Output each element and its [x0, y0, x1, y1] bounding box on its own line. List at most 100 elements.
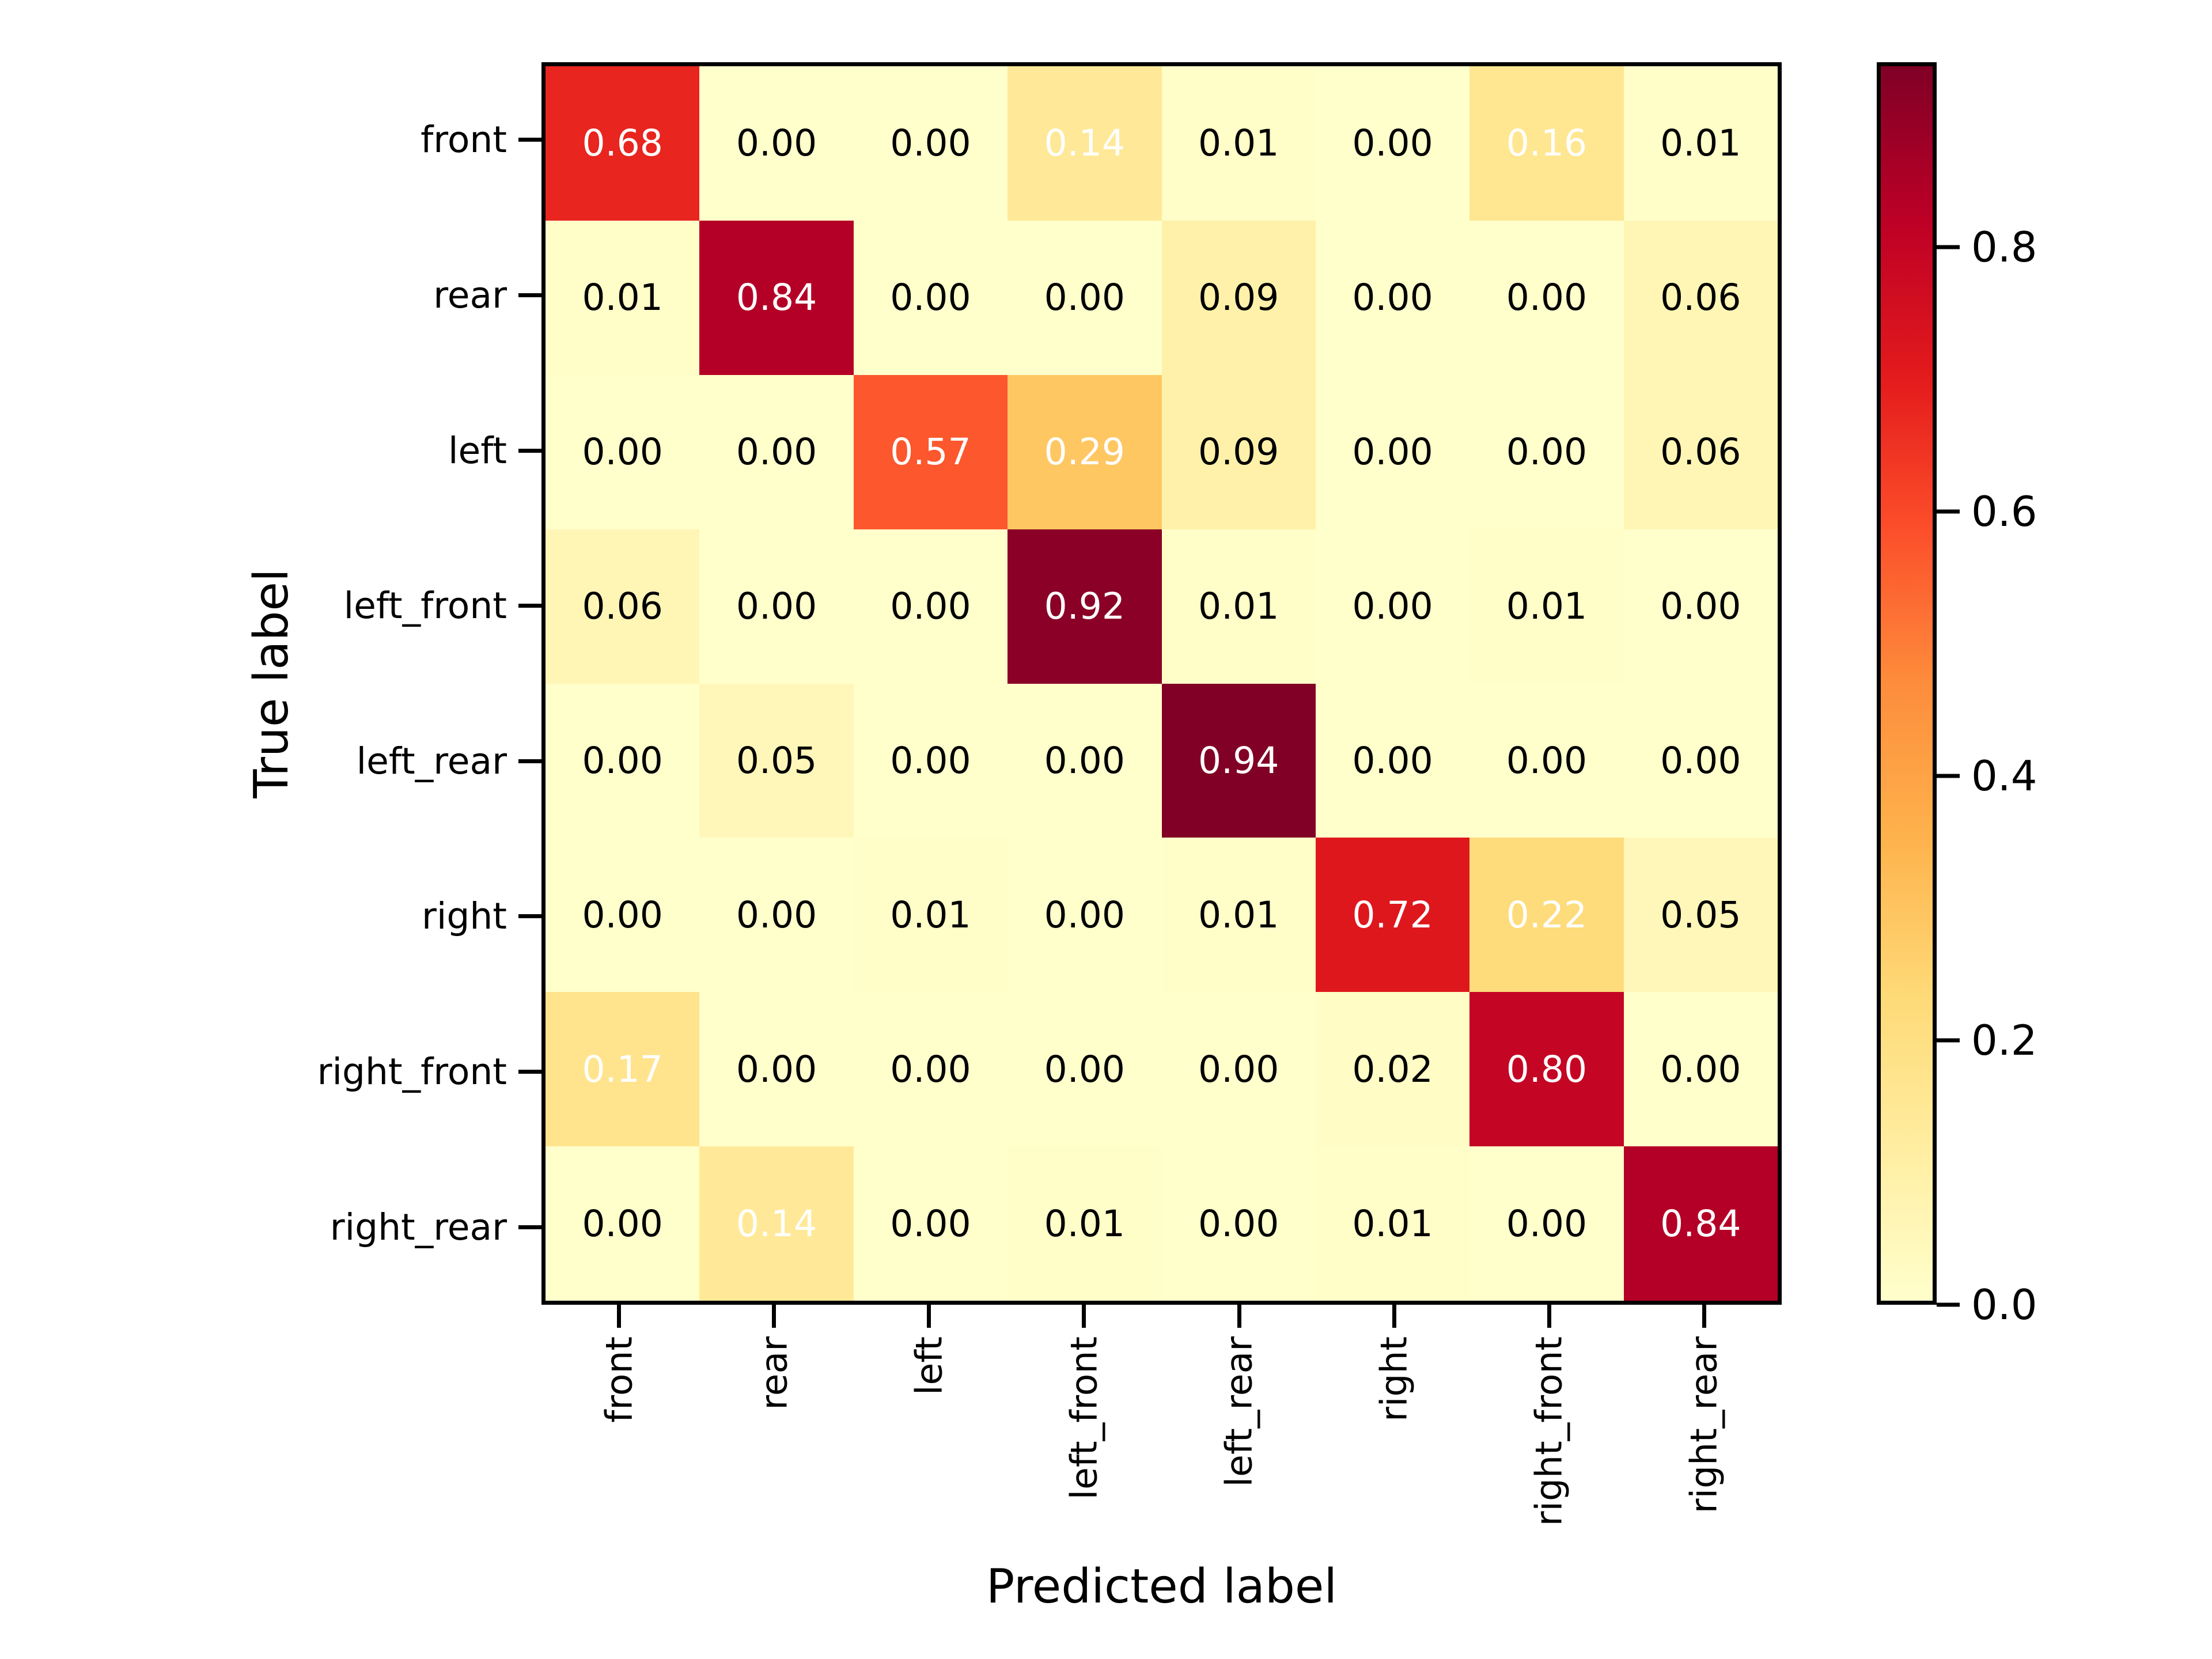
heatmap-cell-value: 0.00 — [1198, 1048, 1279, 1090]
y-tick-mark — [518, 1225, 541, 1229]
heatmap-cell: 0.14 — [1007, 66, 1162, 221]
heatmap-cell: 0.00 — [1007, 683, 1162, 838]
x-tick-mark — [927, 1305, 931, 1328]
heatmap-cell: 0.01 — [1623, 66, 1778, 221]
heatmap-cell-value: 0.84 — [736, 276, 817, 319]
heatmap-cell: 0.09 — [1161, 220, 1316, 375]
heatmap-cell-value: 0.00 — [1044, 739, 1125, 782]
heatmap-cell: 0.01 — [1007, 1146, 1162, 1301]
y-tick-label: left_rear — [356, 740, 507, 782]
y-tick-mark — [518, 138, 541, 142]
heatmap-cell-value: 0.05 — [1660, 893, 1741, 936]
heatmap-cell: 0.01 — [1161, 66, 1316, 221]
heatmap-cell: 0.57 — [853, 374, 1008, 529]
heatmap-cell: 0.00 — [1315, 220, 1470, 375]
x-tick-label: rear — [753, 1336, 796, 1410]
y-tick-mark — [518, 604, 541, 608]
heatmap-cell-value: 0.72 — [1352, 893, 1433, 936]
heatmap-cell: 0.00 — [1007, 838, 1162, 993]
colorbar-tick-mark — [1937, 245, 1960, 249]
x-tick-label-col: left_front — [1006, 1336, 1161, 1555]
heatmap-cell-value: 0.01 — [1198, 893, 1279, 936]
heatmap-cell: 0.00 — [699, 992, 854, 1147]
heatmap-cell-value: 0.00 — [736, 893, 817, 936]
heatmap-cell: 0.00 — [1161, 1146, 1316, 1301]
x-tick-label-col: rear — [696, 1336, 851, 1555]
heatmap-cell: 0.00 — [1623, 683, 1778, 838]
x-tick-mark — [1702, 1305, 1706, 1328]
heatmap-plot-area: 0.68 0.00 0.00 0.14 0.01 0.00 0.16 0.01 0.01 0.84… — [541, 62, 1782, 1305]
y-tick-mark — [518, 759, 541, 763]
heatmap-cell: 0.00 — [1315, 374, 1470, 529]
confusion-matrix-figure: True label front rear left left_front left_r… — [0, 0, 2212, 1659]
heatmap-cell: 0.94 — [1161, 683, 1316, 838]
heatmap-cell-value: 0.00 — [582, 893, 663, 936]
colorbar-tick-label: 0.8 — [1971, 223, 2037, 272]
y-tick-label: right — [421, 895, 507, 938]
heatmap-cell-value: 0.00 — [1660, 739, 1741, 782]
x-tick-label: right — [1373, 1336, 1415, 1422]
heatmap-cell: 0.00 — [1007, 220, 1162, 375]
colorbar-gradient — [1881, 66, 1933, 1301]
y-tick-mark — [518, 293, 541, 297]
heatmap-cell: 0.02 — [1315, 992, 1470, 1147]
heatmap-cell: 0.00 — [1623, 529, 1778, 684]
heatmap-cell: 0.00 — [1007, 992, 1162, 1147]
heatmap-cell: 0.01 — [1161, 838, 1316, 993]
heatmap-cell-value: 0.68 — [582, 122, 663, 165]
y-tick-mark-row — [518, 994, 541, 1150]
x-tick-label: right_front — [1528, 1336, 1570, 1527]
colorbar-tick-mark — [1937, 1302, 1960, 1307]
heatmap-cell: 0.00 — [546, 838, 700, 993]
y-tick-mark — [518, 1070, 541, 1074]
x-tick-mark — [1392, 1305, 1396, 1328]
heatmap-cell-value: 0.01 — [1198, 585, 1279, 628]
heatmap-cell-value: 0.80 — [1506, 1048, 1588, 1090]
heatmap-cell-value: 0.01 — [582, 276, 663, 319]
heatmap-cell: 0.00 — [546, 683, 700, 838]
heatmap-cell: 0.00 — [853, 529, 1008, 684]
y-tick-mark-row — [518, 1149, 541, 1305]
heatmap-cell-value: 0.00 — [736, 585, 817, 628]
x-tick-mark — [617, 1305, 622, 1328]
x-tick-label: front — [598, 1336, 641, 1423]
heatmap-cell: 0.00 — [546, 374, 700, 529]
y-tick-mark-row — [518, 62, 541, 218]
heatmap-cell-value: 0.00 — [1506, 739, 1588, 782]
heatmap-cell: 0.06 — [1623, 374, 1778, 529]
heatmap-cell-value: 0.00 — [1352, 431, 1433, 474]
heatmap-cell-value: 0.00 — [1506, 1202, 1588, 1245]
heatmap-cell: 0.29 — [1007, 374, 1162, 529]
heatmap-cell-value: 0.16 — [1506, 122, 1588, 165]
heatmap-cell-value: 0.00 — [890, 276, 971, 319]
heatmap-cell-value: 0.06 — [582, 585, 663, 628]
x-tick-mark-col — [1317, 1305, 1472, 1328]
heatmap-cell-value: 0.17 — [582, 1048, 663, 1090]
heatmap-cell-grid: 0.68 0.00 0.00 0.14 0.01 0.00 0.16 0.01 0.01 0.84… — [546, 66, 1778, 1301]
heatmap-cell: 0.00 — [853, 992, 1008, 1147]
x-tick-label-col: left_rear — [1162, 1336, 1317, 1555]
y-tick-label-row: left_rear — [0, 684, 507, 839]
heatmap-cell: 0.00 — [1315, 66, 1470, 221]
x-tick-label-col: front — [541, 1336, 696, 1555]
colorbar-tick-mark — [1937, 774, 1960, 778]
heatmap-cell-value: 0.94 — [1198, 739, 1279, 782]
heatmap-cell: 0.80 — [1469, 992, 1624, 1147]
colorbar-tick-labels: 0.0 0.2 0.4 0.6 0.8 — [1937, 62, 2037, 1325]
heatmap-cell: 0.17 — [546, 992, 700, 1147]
heatmap-cell: 0.01 — [1469, 529, 1624, 684]
heatmap-cell: 0.00 — [1469, 1146, 1624, 1301]
heatmap-cell: 0.00 — [699, 374, 854, 529]
heatmap-cell-value: 0.84 — [1660, 1202, 1741, 1245]
y-tick-label-row: right_front — [0, 994, 507, 1150]
heatmap-cell: 0.72 — [1315, 838, 1470, 993]
heatmap-cell-value: 0.01 — [1352, 1202, 1433, 1245]
y-tick-mark-row — [518, 218, 541, 373]
x-tick-label: left_front — [1063, 1336, 1105, 1500]
y-tick-label: front — [421, 119, 507, 161]
y-tick-label-row: rear — [0, 218, 507, 373]
heatmap-cell-value: 0.00 — [582, 1202, 663, 1245]
heatmap-cell: 0.92 — [1007, 529, 1162, 684]
heatmap-cell-value: 0.00 — [582, 739, 663, 782]
heatmap-cell: 0.00 — [853, 220, 1008, 375]
